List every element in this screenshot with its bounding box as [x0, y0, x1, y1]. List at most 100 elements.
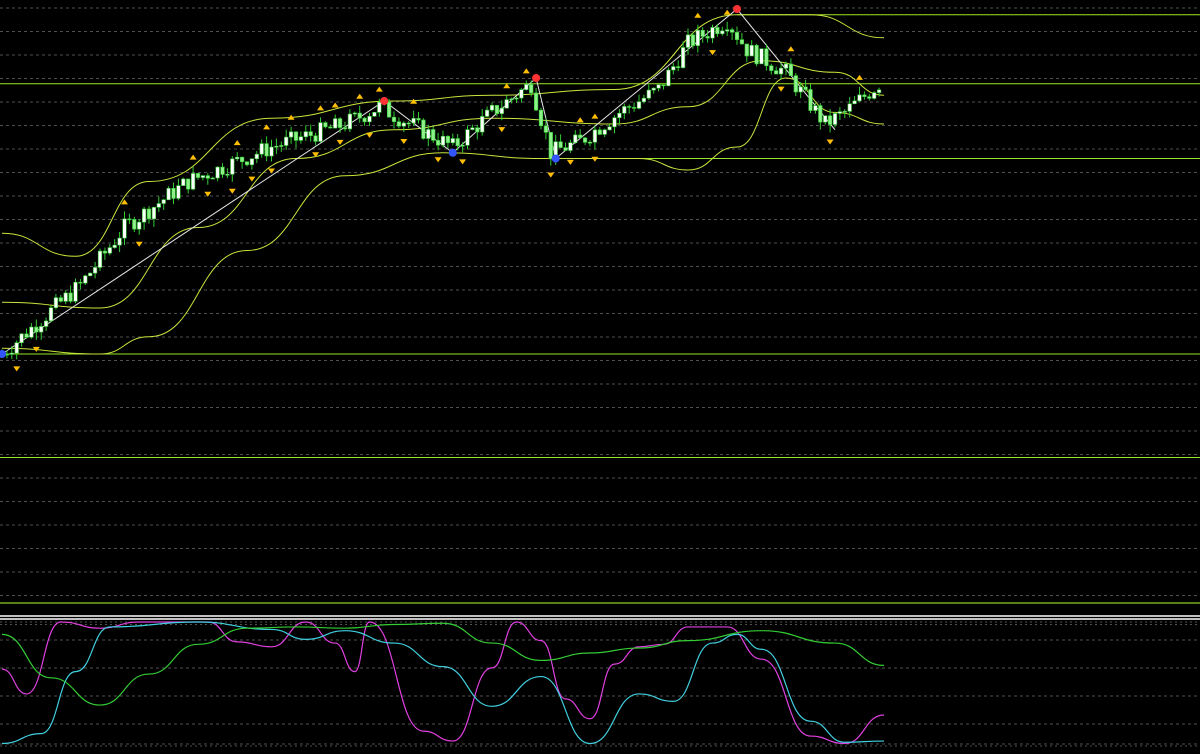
candle-body [754, 45, 759, 65]
candle-body [357, 112, 362, 119]
candle-body [53, 297, 58, 309]
candle-body [793, 75, 798, 93]
candle-body [764, 48, 769, 67]
candle-body [293, 131, 299, 141]
candle-body [867, 96, 872, 99]
candle-body [303, 131, 308, 138]
candle-body [34, 326, 39, 333]
candle-body [288, 131, 294, 138]
candle-body [749, 45, 754, 57]
candle-body [97, 250, 103, 268]
candle-body [602, 129, 607, 135]
candle-body [249, 158, 255, 166]
candle-body [666, 69, 671, 87]
fractal-up-arrow-icon [522, 68, 530, 74]
candle-body [808, 89, 813, 111]
candle-body [818, 105, 823, 123]
candle-body [205, 175, 210, 179]
candle-body [19, 333, 24, 344]
candle-body [396, 121, 402, 127]
candle-body [533, 92, 539, 111]
candle-body [235, 156, 240, 160]
candle-body [480, 116, 485, 133]
candle-body [592, 129, 597, 143]
candle-body [710, 27, 715, 39]
band-lower [1, 77, 885, 355]
fractal-down-arrow-icon [566, 159, 574, 165]
candle-body [852, 100, 857, 105]
candle-body [680, 47, 686, 69]
candle-body [39, 326, 44, 333]
candle-body [582, 137, 588, 143]
candle-body [842, 111, 847, 113]
fractal-down-arrow-icon [547, 172, 555, 178]
candle-body [627, 106, 632, 108]
candle-body [391, 116, 397, 122]
candle-body [112, 244, 117, 248]
fractal-down-arrow-icon [459, 159, 467, 165]
zigzag-line [1, 8, 836, 355]
fractal-markers [0, 5, 863, 372]
candle-body [401, 122, 406, 127]
candle-body [29, 326, 34, 338]
candle-body [720, 30, 725, 35]
candle-body [519, 89, 524, 99]
candle-body [200, 175, 206, 178]
candle-body [622, 106, 627, 114]
candle-body [465, 129, 470, 146]
candle-body [671, 66, 676, 71]
candle-body [857, 94, 862, 102]
candle-body [107, 247, 112, 254]
oscillator-line-green [1, 622, 885, 706]
candle-body [259, 143, 264, 155]
candle-body [377, 102, 382, 113]
candle-body [43, 320, 49, 327]
candle-body [529, 84, 534, 94]
fractal-down-arrow-icon [13, 366, 21, 372]
candle-body [690, 34, 695, 46]
candle-body [298, 136, 304, 141]
candle-body [9, 352, 14, 355]
fractal-up-arrow-icon [331, 102, 339, 108]
fractal-down-arrow-icon [591, 156, 599, 162]
candle-body [445, 135, 451, 144]
candle-body [117, 237, 122, 246]
fractal-up-arrow-icon [356, 93, 364, 99]
fractal-down-arrow-icon [826, 139, 834, 145]
candle-body [176, 185, 181, 199]
candle-body [847, 103, 852, 112]
candle-body [230, 158, 235, 175]
candle-body [406, 122, 411, 125]
oscillator-panel [0, 621, 1200, 747]
candle-body [416, 118, 421, 121]
fractal-up-arrow-icon [410, 98, 418, 104]
candle-body [362, 117, 367, 123]
fractal-down-arrow-icon [135, 241, 143, 247]
peak-marker [380, 97, 389, 105]
candle-body [563, 147, 568, 151]
candle-body [225, 174, 230, 176]
candle-body [484, 109, 490, 117]
candle-body [597, 129, 602, 135]
candle-body [254, 153, 259, 160]
candle-body [24, 333, 29, 338]
candle-body [813, 105, 818, 111]
fractal-down-arrow-icon [268, 168, 275, 174]
candle-body [607, 126, 612, 131]
candle-body [876, 89, 882, 93]
candle-body [137, 221, 142, 230]
candle-body [783, 63, 789, 69]
candle-body [558, 141, 563, 148]
fractal-up-arrow-icon [375, 86, 383, 92]
candle-body [823, 115, 828, 123]
candle-body [475, 127, 480, 133]
candle-body [323, 122, 328, 128]
fractal-down-arrow-icon [366, 132, 373, 138]
candle-body [431, 129, 436, 141]
candle-body [352, 112, 357, 115]
candle-body [132, 219, 137, 230]
candle-body [264, 143, 269, 157]
candle-body [279, 145, 284, 147]
candle-body [14, 342, 19, 354]
candle-body [88, 272, 93, 277]
